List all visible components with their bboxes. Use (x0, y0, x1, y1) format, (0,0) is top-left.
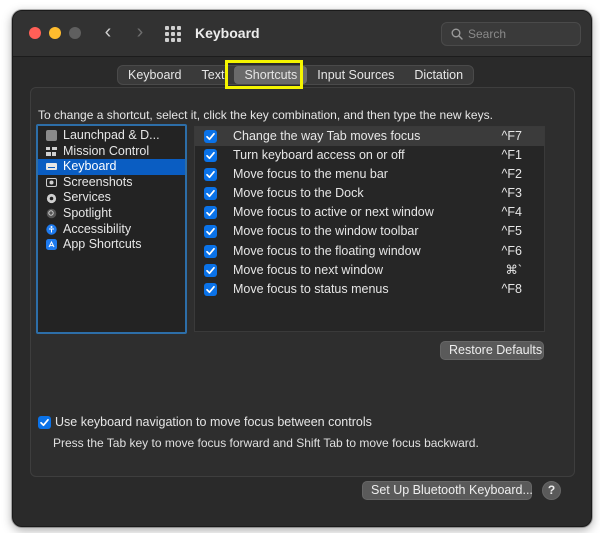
shortcut-key[interactable]: ^F8 (502, 280, 522, 299)
shortcut-row[interactable]: Move focus to active or next window ^F4 (195, 203, 544, 222)
checkmark-icon (206, 228, 215, 236)
category-item-keyboard[interactable]: Keyboard (38, 159, 185, 175)
checkmark-icon (206, 285, 215, 293)
close-window-button[interactable] (29, 27, 41, 39)
restore-defaults-button[interactable]: Restore Defaults (440, 341, 544, 360)
shortcut-label: Change the way Tab moves focus (233, 129, 421, 143)
launchpad-icon (46, 130, 57, 142)
shortcut-row[interactable]: Change the way Tab moves focus ^F7 (195, 127, 544, 147)
category-item-app-shortcuts[interactable]: App Shortcuts (38, 237, 185, 253)
shortcut-key[interactable]: ^F3 (502, 184, 522, 203)
shortcut-label: Move focus to the menu bar (233, 167, 388, 182)
shortcut-checkbox[interactable] (204, 168, 217, 182)
shortcut-checkbox[interactable] (204, 206, 217, 220)
shortcut-row[interactable]: Turn keyboard access on or off ^F1 (195, 146, 544, 165)
shortcut-row[interactable]: Move focus to next window ⌘` (195, 261, 544, 280)
help-button[interactable]: ? (542, 481, 561, 500)
search-icon (451, 28, 463, 40)
zoom-window-button[interactable] (69, 27, 81, 39)
shortcut-key[interactable]: ^F7 (502, 127, 522, 146)
shortcut-key[interactable]: ^F5 (502, 222, 522, 241)
category-item-spotlight[interactable]: Spotlight (38, 206, 185, 222)
show-all-grid-icon[interactable] (165, 26, 181, 42)
shortcut-checkbox[interactable] (204, 225, 217, 239)
shortcut-row[interactable]: Move focus to the window toolbar ^F5 (195, 222, 544, 241)
shortcut-label: Move focus to the Dock (233, 186, 364, 201)
tab-dictation[interactable]: Dictation (404, 66, 473, 84)
shortcut-checkbox[interactable] (204, 282, 217, 296)
shortcut-row[interactable]: Move focus to the menu bar ^F2 (195, 165, 544, 184)
tab-bar: Keyboard Text Shortcuts Input Sources Di… (117, 65, 475, 85)
shortcut-label: Move focus to status menus (233, 281, 389, 296)
shortcut-checkbox[interactable] (204, 263, 217, 277)
shortcut-label: Move focus to the window toolbar (233, 224, 419, 239)
screenshots-icon (46, 177, 57, 188)
spotlight-icon (46, 208, 57, 219)
category-item-screenshots[interactable]: Screenshots (38, 175, 185, 191)
instructions-text: To change a shortcut, select it, click t… (38, 108, 493, 122)
category-item-services[interactable]: Services (38, 190, 185, 206)
checkmark-icon (206, 266, 215, 274)
category-item-accessibility[interactable]: Accessibility (38, 222, 185, 238)
title-bar: ‹ › Keyboard (13, 11, 591, 57)
gear-icon (46, 193, 57, 204)
tab-keyboard[interactable]: Keyboard (118, 66, 192, 84)
category-item-launchpad[interactable]: Launchpad & D... (38, 128, 185, 144)
tab-text[interactable]: Text (192, 66, 235, 84)
keyboard-navigation-checkbox[interactable] (38, 416, 51, 429)
checkmark-icon (206, 190, 215, 198)
mission-control-icon (46, 146, 57, 157)
shortcut-checkbox[interactable] (204, 149, 217, 163)
back-button[interactable]: ‹ (97, 22, 119, 44)
chevron-right-icon: › (136, 21, 144, 43)
shortcut-key[interactable]: ^F6 (502, 242, 522, 261)
minimize-window-button[interactable] (49, 27, 61, 39)
keyboard-navigation-hint: Press the Tab key to move focus forward … (53, 436, 479, 450)
shortcut-key[interactable]: ^F2 (502, 165, 522, 184)
shortcut-key[interactable]: ^F1 (502, 146, 522, 165)
shortcut-row[interactable]: Move focus to the Dock ^F3 (195, 184, 544, 203)
shortcut-label: Turn keyboard access on or off (233, 148, 405, 163)
checkmark-icon (206, 209, 215, 217)
checkmark-icon (206, 152, 215, 160)
checkmark-icon (40, 418, 49, 427)
accessibility-icon (46, 224, 57, 235)
keyboard-navigation-label[interactable]: Use keyboard navigation to move focus be… (55, 415, 372, 429)
search-input[interactable] (468, 26, 576, 42)
shortcut-label: Move focus to active or next window (233, 205, 434, 220)
window-title: Keyboard (195, 25, 260, 41)
checkmark-icon (206, 247, 215, 255)
shortcuts-list[interactable]: Change the way Tab moves focus ^F7 Turn … (194, 126, 545, 332)
tab-shortcuts[interactable]: Shortcuts (234, 66, 308, 84)
shortcut-checkbox[interactable] (204, 244, 217, 258)
category-list[interactable]: Launchpad & D... Mission Control Keyboar… (36, 124, 187, 334)
shortcut-row[interactable]: Move focus to the floating window ^F6 (195, 242, 544, 261)
tab-input-sources[interactable]: Input Sources (307, 66, 404, 84)
shortcut-checkbox[interactable] (204, 130, 217, 143)
forward-button[interactable]: › (129, 22, 151, 44)
shortcut-label: Move focus to next window (233, 262, 384, 277)
shortcut-checkbox[interactable] (204, 187, 217, 201)
search-field[interactable] (441, 22, 581, 46)
chevron-left-icon: ‹ (104, 21, 112, 43)
shortcut-row[interactable]: Move focus to status menus ^F8 (195, 280, 544, 299)
shortcut-label: Move focus to the floating window (233, 243, 421, 258)
shortcut-key[interactable]: ^F4 (502, 203, 522, 222)
setup-bluetooth-keyboard-button[interactable]: Set Up Bluetooth Keyboard... (362, 481, 533, 500)
checkmark-icon (206, 171, 215, 179)
shortcut-key[interactable]: ⌘` (505, 261, 522, 280)
keyboard-icon (46, 161, 57, 172)
checkmark-icon (206, 132, 215, 141)
category-item-mission-control[interactable]: Mission Control (38, 144, 185, 160)
app-store-icon (46, 239, 57, 251)
